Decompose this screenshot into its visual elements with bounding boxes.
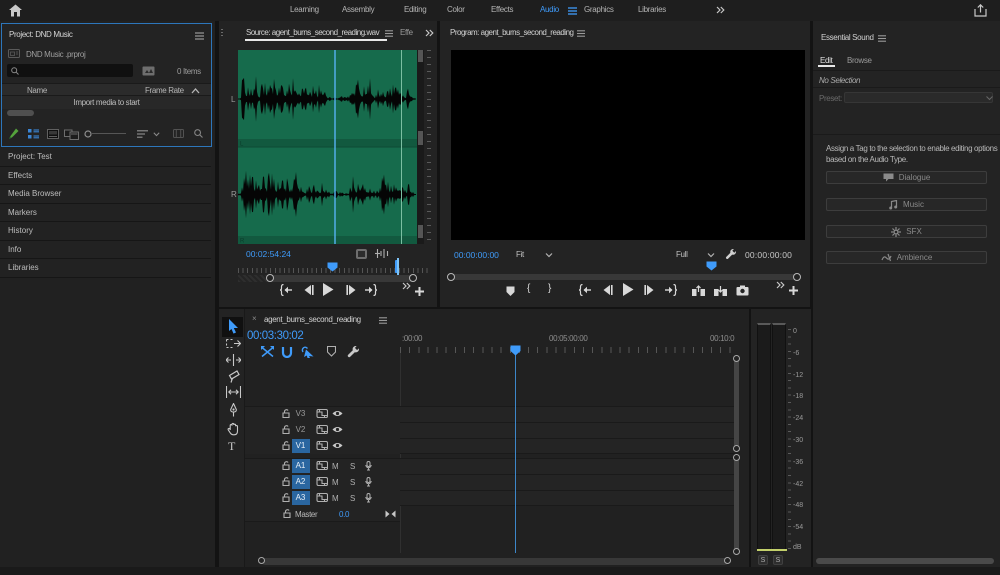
svg-text:R: R (240, 239, 245, 245)
